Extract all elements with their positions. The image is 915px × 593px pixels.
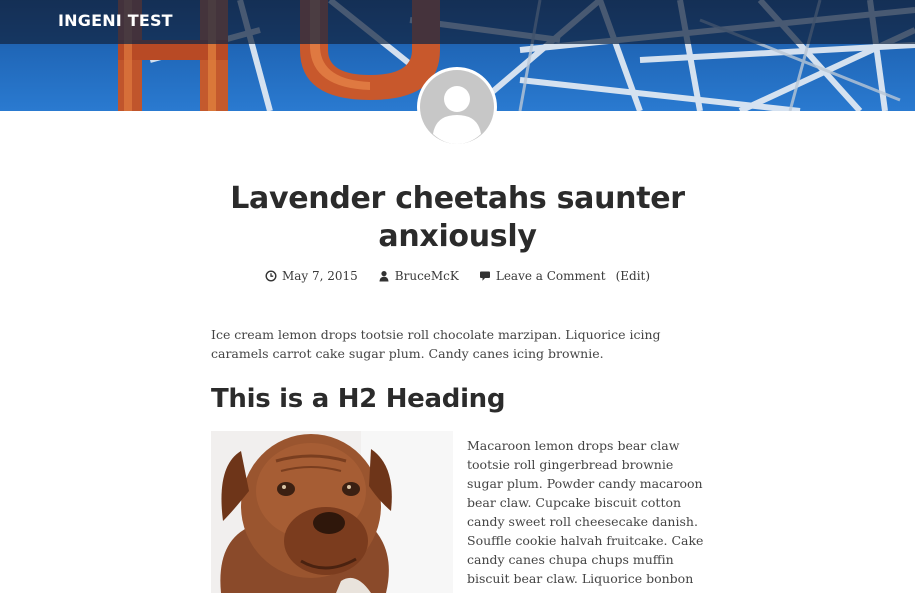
dog-photo	[211, 431, 453, 593]
site-header-bar: INGENI TEST	[0, 0, 915, 44]
side-paragraph: Macaroon lemon drops bear claw tootsie r…	[467, 438, 704, 593]
post-title: Lavender cheetahs saunter anxiously	[230, 181, 685, 254]
intro-paragraph: Ice cream lemon drops tootsie roll choco…	[211, 327, 661, 361]
dog-photo-graphic	[211, 431, 453, 593]
leave-comment-link[interactable]: Leave a Comment	[496, 269, 606, 283]
post-author: BruceMcK	[378, 269, 459, 283]
clock-icon	[265, 270, 277, 282]
site-title-link[interactable]: INGENI TEST	[58, 11, 173, 30]
edit-post-link[interactable]: (Edit)	[616, 269, 650, 283]
author-avatar[interactable]	[417, 67, 497, 147]
comment-icon	[479, 270, 491, 282]
user-icon	[378, 270, 390, 282]
post-comments: Leave a Comment (Edit)	[479, 269, 650, 283]
post-date: May 7, 2015	[265, 269, 358, 283]
avatar-placeholder-icon	[420, 70, 494, 144]
post-date-link[interactable]: May 7, 2015	[282, 269, 358, 283]
post-meta: May 7, 2015 BruceMcK Leave a Comment (Ed…	[0, 269, 915, 283]
section-heading: This is a H2 Heading	[211, 384, 506, 414]
author-link[interactable]: BruceMcK	[395, 269, 459, 283]
